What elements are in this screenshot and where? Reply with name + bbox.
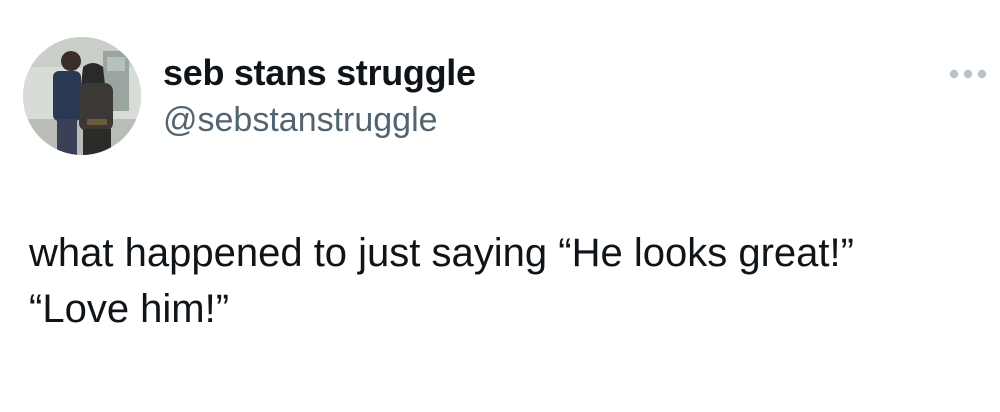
avatar-photo-icon <box>23 37 141 155</box>
author-display-name[interactable]: seb stans struggle <box>163 52 476 94</box>
author-handle[interactable]: @sebstanstruggle <box>163 101 438 140</box>
author-avatar[interactable] <box>23 37 141 155</box>
more-options-button[interactable] <box>944 58 992 90</box>
tweet-card: seb stans struggle @sebstanstruggle what… <box>0 0 1000 412</box>
tweet-text-line: “Love him!” <box>29 287 230 331</box>
tweet-text-line: what happened to just saying “He looks g… <box>29 231 854 275</box>
more-horizontal-icon <box>949 69 987 79</box>
tweet-text: what happened to just saying “He looks g… <box>29 225 979 337</box>
